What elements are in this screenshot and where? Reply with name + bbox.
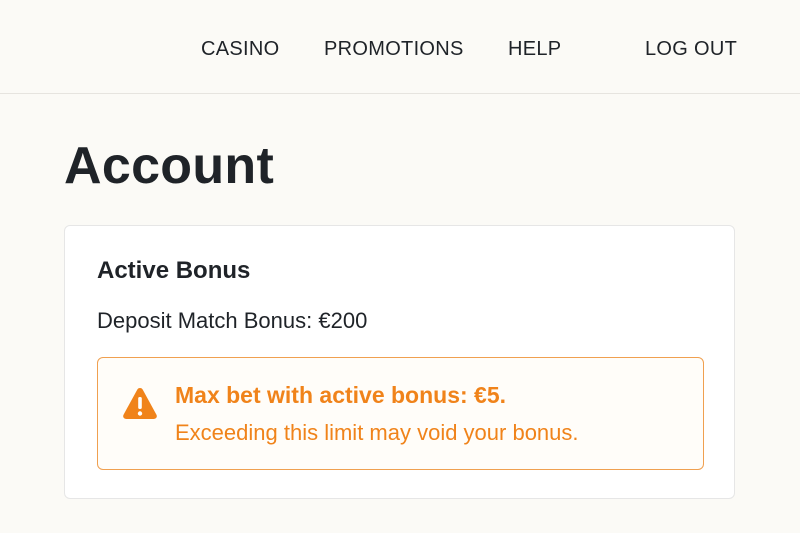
alert-message: Exceeding this limit may void your bonus… bbox=[175, 420, 579, 445]
alert-headline: Max bet with active bonus: €5. bbox=[175, 382, 507, 408]
nav-promotions-link[interactable]: PROMOTIONS bbox=[324, 38, 464, 61]
nav-help-link[interactable]: HELP bbox=[508, 38, 561, 61]
max-bet-warning-alert: Max bet with active bonus: €5. Exceeding… bbox=[97, 357, 704, 470]
card-title: Active Bonus bbox=[97, 257, 251, 284]
bonus-label: Deposit Match Bonus: bbox=[97, 308, 313, 333]
top-navigation-bar: CASINO PROMOTIONS HELP LOG OUT bbox=[0, 0, 800, 94]
page-title: Account bbox=[64, 137, 275, 195]
logout-link[interactable]: LOG OUT bbox=[645, 38, 737, 61]
active-bonus-card: Active Bonus Deposit Match Bonus: €200 M… bbox=[64, 225, 735, 499]
bonus-info: Deposit Match Bonus: €200 bbox=[97, 306, 367, 336]
nav-casino-link[interactable]: CASINO bbox=[201, 38, 279, 61]
bonus-amount: €200 bbox=[318, 308, 368, 333]
warning-triangle-icon bbox=[123, 388, 157, 419]
